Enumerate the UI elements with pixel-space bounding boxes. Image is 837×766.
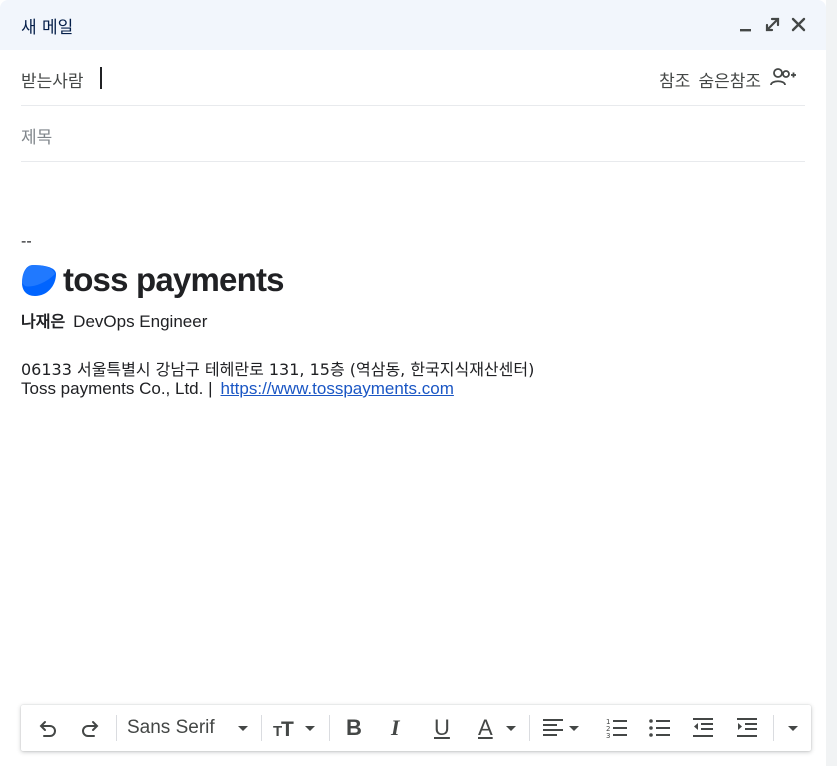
signature-company: Toss payments Co., Ltd. | bbox=[21, 379, 213, 398]
numbered-list-icon[interactable]: 1 2 3 bbox=[605, 716, 629, 740]
cc-link[interactable]: 참조 bbox=[659, 67, 690, 92]
text-cursor bbox=[100, 67, 102, 89]
recipients-row: 받는사람 참조 숨은참조 bbox=[21, 50, 805, 106]
bold-button[interactable]: B bbox=[346, 715, 362, 741]
svg-text:T: T bbox=[281, 718, 294, 740]
minimize-icon[interactable] bbox=[736, 14, 758, 36]
logo-wordmark: toss payments bbox=[63, 261, 284, 298]
undo-icon[interactable] bbox=[35, 716, 59, 740]
cc-bcc-links: 참조 숨은참조 bbox=[659, 67, 797, 92]
title-bar: 새 메일 bbox=[0, 0, 826, 50]
toss-logo-icon bbox=[22, 265, 56, 296]
font-family-label: Sans Serif bbox=[127, 717, 215, 738]
signature-name-line: 나재은 DevOps Engineer bbox=[21, 308, 207, 332]
signature-separator: -- bbox=[21, 233, 32, 250]
add-recipient-icon[interactable] bbox=[769, 67, 797, 92]
subject-row[interactable]: 제목 bbox=[21, 106, 805, 162]
to-input[interactable] bbox=[107, 62, 631, 94]
indent-more-icon[interactable] bbox=[735, 716, 759, 740]
redo-icon[interactable] bbox=[79, 716, 103, 740]
font-size-icon[interactable]: T T bbox=[273, 716, 321, 740]
font-family-select[interactable]: Sans Serif bbox=[127, 717, 215, 739]
expand-icon[interactable] bbox=[762, 14, 784, 36]
more-options-icon[interactable] bbox=[783, 716, 803, 740]
signature-address: 06133 서울특별시 강남구 테헤란로 131, 15층 (역삼동, 한국지식… bbox=[21, 360, 535, 379]
italic-button[interactable]: I bbox=[391, 715, 400, 741]
underline-button[interactable]: U bbox=[434, 715, 450, 741]
signature-company-line: Toss payments Co., Ltd. | https://www.tos… bbox=[21, 379, 454, 399]
indent-less-icon[interactable] bbox=[691, 716, 715, 740]
bcc-link[interactable]: 숨은참조 bbox=[698, 67, 761, 92]
formatting-toolbar: Sans Serif T T B I U A 1 2 3 bbox=[21, 705, 811, 751]
subject-field[interactable]: 제목 bbox=[21, 123, 52, 148]
signature-name: 나재은 bbox=[21, 312, 66, 331]
message-body[interactable]: -- toss payments 나재은 DevOps Engineer 0613… bbox=[21, 160, 805, 690]
close-icon[interactable] bbox=[788, 14, 810, 36]
chevron-down-icon[interactable] bbox=[233, 716, 253, 740]
align-icon[interactable] bbox=[541, 716, 587, 740]
bulleted-list-icon[interactable] bbox=[648, 716, 672, 740]
text-color-button[interactable]: A bbox=[478, 715, 493, 741]
company-logo: toss payments bbox=[21, 262, 284, 298]
to-label: 받는사람 bbox=[21, 72, 84, 92]
window-title: 새 메일 bbox=[21, 18, 74, 38]
svg-text:3: 3 bbox=[606, 732, 610, 740]
text-color-dropdown-icon[interactable] bbox=[501, 716, 521, 740]
signature-role: DevOps Engineer bbox=[73, 312, 208, 331]
compose-window: 새 메일 받는사람 참조 숨은참조 제목 -- toss payments 나재… bbox=[0, 0, 826, 766]
signature-website-link[interactable]: https://www.tosspayments.com bbox=[221, 379, 454, 398]
window-edge bbox=[826, 0, 837, 766]
